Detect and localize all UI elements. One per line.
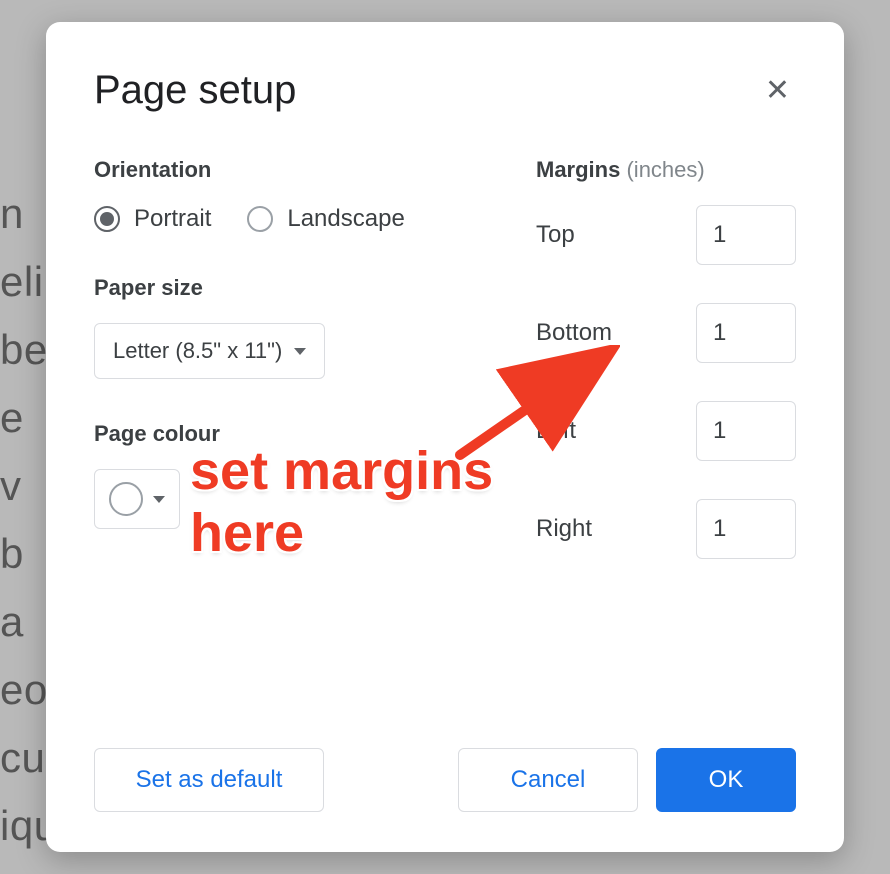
margin-row-top: Top xyxy=(536,205,796,265)
close-icon: ✕ xyxy=(765,74,790,107)
set-as-default-button[interactable]: Set as default xyxy=(94,748,324,812)
margin-row-bottom: Bottom xyxy=(536,303,796,363)
margin-row-left: Left xyxy=(536,401,796,461)
dialog-footer: Set as default Cancel OK xyxy=(94,748,796,812)
page-color-dropdown[interactable] xyxy=(94,469,180,529)
margin-bottom-label: Bottom xyxy=(536,319,612,347)
chevron-down-icon xyxy=(294,348,306,355)
paper-size-value: Letter (8.5" x 11") xyxy=(113,338,282,364)
page-color-label: Page colour xyxy=(94,421,496,447)
radio-icon xyxy=(94,206,120,232)
orientation-label: Orientation xyxy=(94,157,496,183)
margin-row-right: Right xyxy=(536,499,796,559)
margin-right-label: Right xyxy=(536,515,592,543)
margin-bottom-input[interactable] xyxy=(696,303,796,363)
page-setup-dialog: Page setup ✕ Orientation Portrait Landsc… xyxy=(46,22,844,852)
margins-label-text: Margins xyxy=(536,157,620,182)
paper-size-label: Paper size xyxy=(94,275,496,301)
color-swatch-icon xyxy=(109,482,143,516)
cancel-button[interactable]: Cancel xyxy=(458,748,638,812)
margin-right-input[interactable] xyxy=(696,499,796,559)
close-button[interactable]: ✕ xyxy=(759,69,796,112)
chevron-down-icon xyxy=(153,496,165,503)
radio-landscape[interactable]: Landscape xyxy=(247,205,404,233)
margins-label: Margins (inches) xyxy=(536,157,796,183)
dialog-title: Page setup xyxy=(94,68,296,113)
orientation-radio-group: Portrait Landscape xyxy=(94,205,496,233)
dialog-header: Page setup ✕ xyxy=(94,68,796,113)
radio-icon xyxy=(247,206,273,232)
margins-unit-label: (inches) xyxy=(626,157,704,182)
radio-portrait-label: Portrait xyxy=(134,205,211,233)
margin-left-input[interactable] xyxy=(696,401,796,461)
margin-top-label: Top xyxy=(536,221,575,249)
paper-size-dropdown[interactable]: Letter (8.5" x 11") xyxy=(94,323,325,379)
margin-top-input[interactable] xyxy=(696,205,796,265)
margin-left-label: Left xyxy=(536,417,576,445)
radio-landscape-label: Landscape xyxy=(287,205,404,233)
radio-portrait[interactable]: Portrait xyxy=(94,205,211,233)
ok-button[interactable]: OK xyxy=(656,748,796,812)
